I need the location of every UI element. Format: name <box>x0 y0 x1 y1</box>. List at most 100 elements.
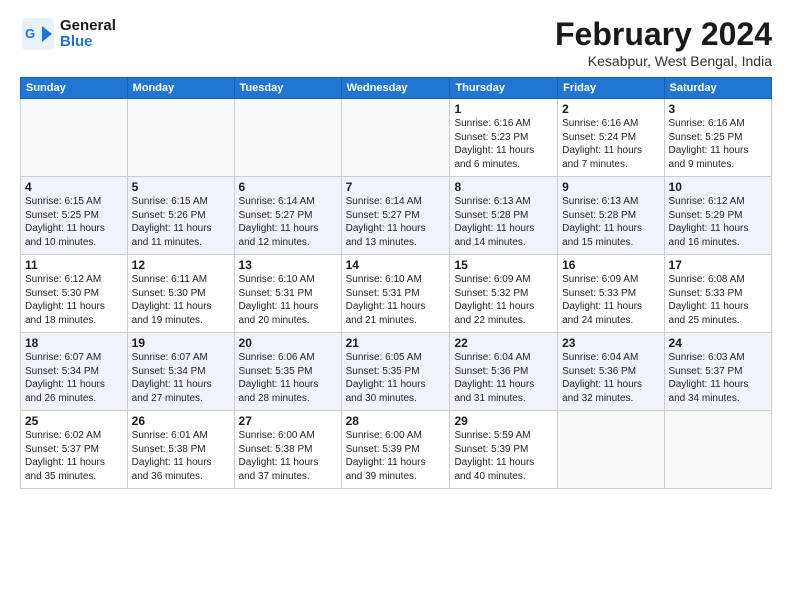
day-number: 17 <box>669 258 767 272</box>
header-friday: Friday <box>558 78 664 99</box>
day-number: 6 <box>239 180 337 194</box>
day-info: Sunrise: 6:02 AM Sunset: 5:37 PM Dayligh… <box>25 429 123 483</box>
day-cell: 2Sunrise: 6:16 AM Sunset: 5:24 PM Daylig… <box>558 99 664 177</box>
day-number: 1 <box>454 102 553 116</box>
day-number: 19 <box>132 336 230 350</box>
day-cell: 12Sunrise: 6:11 AM Sunset: 5:30 PM Dayli… <box>127 255 234 333</box>
day-info: Sunrise: 6:00 AM Sunset: 5:38 PM Dayligh… <box>239 429 337 483</box>
day-number: 3 <box>669 102 767 116</box>
day-info: Sunrise: 6:10 AM Sunset: 5:31 PM Dayligh… <box>239 273 337 327</box>
day-info: Sunrise: 6:12 AM Sunset: 5:30 PM Dayligh… <box>25 273 123 327</box>
day-cell: 22Sunrise: 6:04 AM Sunset: 5:36 PM Dayli… <box>450 333 558 411</box>
day-info: Sunrise: 6:11 AM Sunset: 5:30 PM Dayligh… <box>132 273 230 327</box>
day-cell: 20Sunrise: 6:06 AM Sunset: 5:35 PM Dayli… <box>234 333 341 411</box>
day-cell <box>21 99 128 177</box>
day-number: 27 <box>239 414 337 428</box>
day-number: 28 <box>346 414 446 428</box>
day-cell: 23Sunrise: 6:04 AM Sunset: 5:36 PM Dayli… <box>558 333 664 411</box>
day-cell <box>127 99 234 177</box>
day-info: Sunrise: 6:03 AM Sunset: 5:37 PM Dayligh… <box>669 351 767 405</box>
logo: G General Blue <box>20 16 116 52</box>
day-cell: 17Sunrise: 6:08 AM Sunset: 5:33 PM Dayli… <box>664 255 771 333</box>
day-info: Sunrise: 6:04 AM Sunset: 5:36 PM Dayligh… <box>454 351 553 405</box>
day-number: 24 <box>669 336 767 350</box>
day-info: Sunrise: 6:16 AM Sunset: 5:25 PM Dayligh… <box>669 117 767 171</box>
header-wednesday: Wednesday <box>341 78 450 99</box>
day-info: Sunrise: 6:13 AM Sunset: 5:28 PM Dayligh… <box>562 195 659 249</box>
day-info: Sunrise: 6:14 AM Sunset: 5:27 PM Dayligh… <box>346 195 446 249</box>
week-row-2: 4Sunrise: 6:15 AM Sunset: 5:25 PM Daylig… <box>21 177 772 255</box>
day-number: 4 <box>25 180 123 194</box>
day-info: Sunrise: 6:15 AM Sunset: 5:26 PM Dayligh… <box>132 195 230 249</box>
day-info: Sunrise: 6:01 AM Sunset: 5:38 PM Dayligh… <box>132 429 230 483</box>
day-info: Sunrise: 6:06 AM Sunset: 5:35 PM Dayligh… <box>239 351 337 405</box>
day-number: 13 <box>239 258 337 272</box>
day-info: Sunrise: 6:05 AM Sunset: 5:35 PM Dayligh… <box>346 351 446 405</box>
logo-svg: G <box>20 16 56 52</box>
day-info: Sunrise: 6:13 AM Sunset: 5:28 PM Dayligh… <box>454 195 553 249</box>
day-info: Sunrise: 5:59 AM Sunset: 5:39 PM Dayligh… <box>454 429 553 483</box>
page: G General Blue February 2024 Kesabpur, W… <box>0 0 792 612</box>
day-number: 18 <box>25 336 123 350</box>
day-info: Sunrise: 6:07 AM Sunset: 5:34 PM Dayligh… <box>132 351 230 405</box>
day-cell: 14Sunrise: 6:10 AM Sunset: 5:31 PM Dayli… <box>341 255 450 333</box>
day-cell <box>664 411 771 489</box>
day-number: 14 <box>346 258 446 272</box>
header-monday: Monday <box>127 78 234 99</box>
logo-name: General Blue <box>60 18 116 51</box>
day-cell: 27Sunrise: 6:00 AM Sunset: 5:38 PM Dayli… <box>234 411 341 489</box>
day-info: Sunrise: 6:09 AM Sunset: 5:32 PM Dayligh… <box>454 273 553 327</box>
day-number: 10 <box>669 180 767 194</box>
day-number: 8 <box>454 180 553 194</box>
subtitle: Kesabpur, West Bengal, India <box>555 53 772 69</box>
week-row-4: 18Sunrise: 6:07 AM Sunset: 5:34 PM Dayli… <box>21 333 772 411</box>
day-cell: 4Sunrise: 6:15 AM Sunset: 5:25 PM Daylig… <box>21 177 128 255</box>
day-number: 15 <box>454 258 553 272</box>
main-title: February 2024 <box>555 16 772 53</box>
calendar-body: 1Sunrise: 6:16 AM Sunset: 5:23 PM Daylig… <box>21 99 772 489</box>
header-tuesday: Tuesday <box>234 78 341 99</box>
day-number: 23 <box>562 336 659 350</box>
day-number: 16 <box>562 258 659 272</box>
day-cell: 24Sunrise: 6:03 AM Sunset: 5:37 PM Dayli… <box>664 333 771 411</box>
day-cell: 29Sunrise: 5:59 AM Sunset: 5:39 PM Dayli… <box>450 411 558 489</box>
day-cell: 8Sunrise: 6:13 AM Sunset: 5:28 PM Daylig… <box>450 177 558 255</box>
calendar-table: Sunday Monday Tuesday Wednesday Thursday… <box>20 77 772 489</box>
header-sunday: Sunday <box>21 78 128 99</box>
day-info: Sunrise: 6:16 AM Sunset: 5:23 PM Dayligh… <box>454 117 553 171</box>
day-cell: 16Sunrise: 6:09 AM Sunset: 5:33 PM Dayli… <box>558 255 664 333</box>
day-cell: 26Sunrise: 6:01 AM Sunset: 5:38 PM Dayli… <box>127 411 234 489</box>
week-row-3: 11Sunrise: 6:12 AM Sunset: 5:30 PM Dayli… <box>21 255 772 333</box>
day-number: 11 <box>25 258 123 272</box>
day-cell: 19Sunrise: 6:07 AM Sunset: 5:34 PM Dayli… <box>127 333 234 411</box>
day-info: Sunrise: 6:07 AM Sunset: 5:34 PM Dayligh… <box>25 351 123 405</box>
day-cell <box>558 411 664 489</box>
day-number: 21 <box>346 336 446 350</box>
day-cell: 18Sunrise: 6:07 AM Sunset: 5:34 PM Dayli… <box>21 333 128 411</box>
header: G General Blue February 2024 Kesabpur, W… <box>20 16 772 69</box>
day-number: 25 <box>25 414 123 428</box>
calendar-header: Sunday Monday Tuesday Wednesday Thursday… <box>21 78 772 99</box>
week-row-5: 25Sunrise: 6:02 AM Sunset: 5:37 PM Dayli… <box>21 411 772 489</box>
day-cell <box>341 99 450 177</box>
day-number: 29 <box>454 414 553 428</box>
header-saturday: Saturday <box>664 78 771 99</box>
header-thursday: Thursday <box>450 78 558 99</box>
day-cell: 25Sunrise: 6:02 AM Sunset: 5:37 PM Dayli… <box>21 411 128 489</box>
day-cell <box>234 99 341 177</box>
day-cell: 10Sunrise: 6:12 AM Sunset: 5:29 PM Dayli… <box>664 177 771 255</box>
day-info: Sunrise: 6:04 AM Sunset: 5:36 PM Dayligh… <box>562 351 659 405</box>
day-info: Sunrise: 6:16 AM Sunset: 5:24 PM Dayligh… <box>562 117 659 171</box>
day-cell: 7Sunrise: 6:14 AM Sunset: 5:27 PM Daylig… <box>341 177 450 255</box>
day-cell: 5Sunrise: 6:15 AM Sunset: 5:26 PM Daylig… <box>127 177 234 255</box>
day-cell: 28Sunrise: 6:00 AM Sunset: 5:39 PM Dayli… <box>341 411 450 489</box>
day-cell: 6Sunrise: 6:14 AM Sunset: 5:27 PM Daylig… <box>234 177 341 255</box>
day-info: Sunrise: 6:12 AM Sunset: 5:29 PM Dayligh… <box>669 195 767 249</box>
day-number: 20 <box>239 336 337 350</box>
day-cell: 13Sunrise: 6:10 AM Sunset: 5:31 PM Dayli… <box>234 255 341 333</box>
day-cell: 15Sunrise: 6:09 AM Sunset: 5:32 PM Dayli… <box>450 255 558 333</box>
day-number: 5 <box>132 180 230 194</box>
week-row-1: 1Sunrise: 6:16 AM Sunset: 5:23 PM Daylig… <box>21 99 772 177</box>
day-info: Sunrise: 6:14 AM Sunset: 5:27 PM Dayligh… <box>239 195 337 249</box>
weekday-header-row: Sunday Monday Tuesday Wednesday Thursday… <box>21 78 772 99</box>
